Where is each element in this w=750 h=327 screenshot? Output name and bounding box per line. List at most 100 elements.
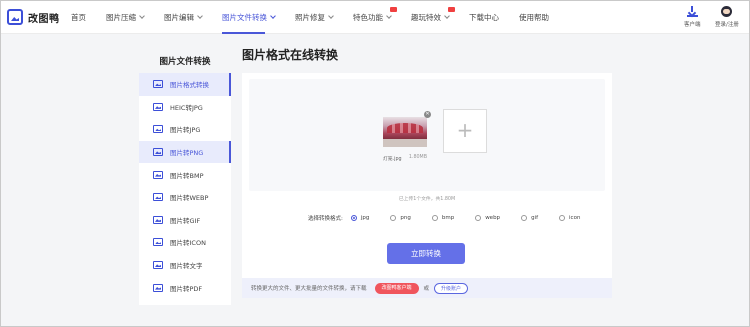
upload-drop-zone[interactable]: ✕ 灯笼.jpg 1.80MB + (249, 79, 605, 191)
sidebar-item-label: 图片转文字 (170, 262, 203, 271)
download-client-button[interactable]: 改图鸭客户端 (374, 282, 419, 294)
convert-now-button[interactable]: 立即转换 (387, 243, 465, 264)
page-frame: 改图鸭 首页 图片压缩 图片编辑 图片文件转换 照片修复 特色功能 趣玩特效 下… (0, 0, 750, 327)
sidebar-item-to-bmp[interactable]: 图片转BMP (139, 163, 231, 186)
format-option-png[interactable]: png (390, 215, 411, 221)
converter-panel: ✕ 灯笼.jpg 1.80MB + 已上传1个文件，共1.80M 选择转换格式:… (242, 73, 612, 298)
sidebar-item-to-gif[interactable]: 图片转GIF (139, 209, 231, 232)
brand-name: 改图鸭 (28, 13, 60, 25)
sidebar-item-to-webp[interactable]: 图片转WEBP (139, 186, 231, 209)
image-icon (153, 215, 163, 224)
sidebar-item-label: HEIC转JPG (170, 103, 203, 112)
nav-label: 图片文件转换 (222, 13, 267, 22)
nav-item-features[interactable]: 特色功能 (353, 1, 397, 34)
format-option-label: jpg (360, 215, 370, 221)
nav-item-help[interactable]: 使用帮助 (519, 1, 549, 34)
logo-icon (7, 9, 23, 25)
page-title: 图片格式在线转换 (242, 48, 339, 62)
sidebar-item-heic-jpg[interactable]: HEIC转JPG (139, 96, 231, 119)
nav-label: 使用帮助 (519, 13, 549, 22)
nav-item-effects[interactable]: 趣玩特效 (411, 1, 455, 34)
or-text: 或 (423, 286, 430, 292)
chevron-down-icon (386, 13, 392, 19)
sidebar-item-label: 图片转JPG (170, 126, 201, 135)
main-nav: 首页 图片压缩 图片编辑 图片文件转换 照片修复 特色功能 趣玩特效 下载中心 … (71, 1, 569, 34)
image-icon (153, 125, 163, 134)
radio-icon[interactable] (475, 215, 482, 221)
hot-badge-icon (390, 7, 397, 12)
brand-logo[interactable]: 改图鸭 (7, 9, 60, 25)
nav-item-convert[interactable]: 图片文件转换 (222, 1, 276, 34)
format-label: 选择转换格式: (308, 216, 343, 222)
sidebar-item-label: 图片转PDF (170, 284, 203, 293)
sidebar-item-to-text[interactable]: 图片转文字 (139, 254, 231, 277)
format-option-icon[interactable]: icon (559, 215, 580, 221)
radio-icon[interactable] (521, 215, 528, 221)
file-meta: 灯笼.jpg 1.80MB (383, 155, 427, 162)
radio-icon[interactable] (559, 215, 566, 221)
add-file-button[interactable]: + (443, 109, 487, 153)
sidebar-item-label: 图片格式转换 (170, 81, 209, 90)
sidebar-item-to-jpg[interactable]: 图片转JPG (139, 118, 231, 141)
file-size: 1.80MB (408, 155, 427, 160)
format-option-label: webp (485, 215, 501, 221)
nav-label: 图片压缩 (106, 13, 136, 22)
upgrade-bar: 转换更大的文件、更大批量的文件转换，请下载 改图鸭客户端 或 升级账户 (242, 278, 612, 298)
sidebar-item-to-pdf[interactable]: 图片转PDF (139, 276, 231, 299)
nav-label: 照片修复 (295, 13, 325, 22)
sidebar-item-label: 图片转ICON (170, 239, 206, 248)
upgrade-hint: 转换更大的文件、更大批量的文件转换，请下载 (251, 286, 367, 292)
file-thumbnail (383, 117, 427, 147)
login-label: 登录/注册 (715, 22, 739, 28)
radio-icon[interactable] (390, 215, 397, 221)
sidebar-item-label: 图片转WEBP (170, 194, 209, 203)
client-label: 客户端 (684, 22, 701, 28)
upgrade-account-button[interactable]: 升级账户 (434, 282, 469, 294)
format-option-label: icon (569, 215, 581, 221)
image-icon (153, 193, 163, 202)
login-button[interactable]: 登录/注册 (715, 6, 739, 28)
chevron-down-icon (270, 13, 276, 19)
nav-label: 特色功能 (353, 13, 383, 22)
format-option-gif[interactable]: gif (521, 215, 538, 221)
nav-item-home[interactable]: 首页 (71, 1, 86, 34)
radio-icon[interactable] (431, 215, 438, 221)
file-name: 灯笼.jpg (383, 157, 402, 162)
format-option-jpg[interactable]: jpg (350, 215, 370, 221)
chevron-down-icon (139, 13, 145, 19)
format-option-webp[interactable]: webp (475, 215, 500, 221)
sidebar-item-to-icon[interactable]: 图片转ICON (139, 231, 231, 254)
nav-item-edit[interactable]: 图片编辑 (164, 1, 203, 34)
chevron-down-icon (328, 13, 334, 19)
sidebar-item-label: 图片转BMP (170, 171, 204, 180)
image-icon (153, 148, 163, 157)
chevron-down-icon (197, 13, 203, 19)
format-selector: 选择转换格式: jpg png bmp webp gif icon (308, 214, 601, 222)
image-icon (153, 261, 163, 270)
format-option-bmp[interactable]: bmp (431, 215, 454, 221)
image-icon (153, 170, 163, 179)
radio-checked-icon[interactable] (350, 215, 357, 221)
format-option-label: png (400, 215, 411, 221)
image-icon (153, 80, 163, 89)
nav-item-repair[interactable]: 照片修复 (295, 1, 334, 34)
sidebar-item-label: 图片转GIF (170, 216, 201, 225)
nav-label: 趣玩特效 (411, 13, 441, 22)
sidebar-item-to-png[interactable]: 图片转PNG (139, 140, 231, 164)
client-download-button[interactable]: 客户端 (684, 6, 701, 28)
nav-item-download[interactable]: 下载中心 (469, 1, 499, 34)
sidebar-item-format-convert[interactable]: 图片格式转换 (139, 73, 231, 96)
nav-label: 图片编辑 (164, 13, 194, 22)
image-icon (153, 102, 163, 111)
close-icon[interactable]: ✕ (424, 111, 431, 118)
chevron-down-icon (444, 13, 450, 19)
format-option-label: gif (531, 215, 539, 221)
image-icon (153, 238, 163, 247)
avatar-icon (721, 6, 733, 17)
plus-icon: + (456, 118, 474, 142)
image-icon (153, 283, 163, 292)
hot-badge-icon (448, 7, 455, 12)
sidebar-item-label: 图片转PNG (170, 149, 204, 158)
nav-item-compress[interactable]: 图片压缩 (106, 1, 145, 34)
nav-label: 下载中心 (469, 13, 499, 22)
